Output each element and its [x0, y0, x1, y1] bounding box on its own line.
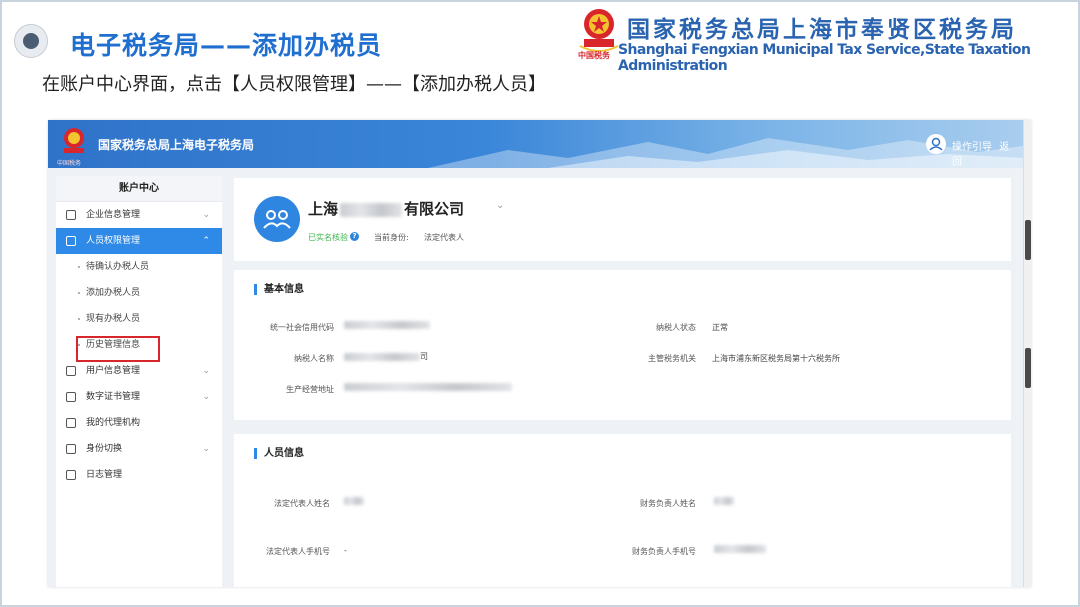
section-title-personnel-info: 人员信息 — [254, 448, 304, 459]
taxpayer-name-value: 司 — [344, 351, 428, 362]
header-links: 操作引导 返回 — [952, 138, 1023, 168]
sidebar-subitem-add-staff[interactable]: 添加办税人员 — [56, 280, 222, 306]
app-logo-caption: 中国税务 — [57, 160, 82, 167]
company-name-suffix: 有限公司 — [404, 200, 465, 218]
scroll-thumb[interactable] — [1025, 348, 1031, 388]
sidebar-item-label: 日志管理 — [86, 470, 123, 480]
scroll-thumb[interactable] — [1025, 220, 1031, 260]
certificate-icon — [66, 392, 76, 402]
chevron-down-icon[interactable]: ⌄ — [496, 200, 504, 211]
slide-title: 电子税务局——添加办税员 — [70, 31, 383, 60]
verified-badge: 已实名核验 — [308, 233, 348, 242]
company-name: 上海 有限公司 — [308, 198, 464, 219]
sidebar-item-certificates[interactable]: 数字证书管理 ⌄ — [56, 384, 222, 410]
app-header: 中国税务 国家税务总局上海电子税务局 操作引导 返回 — [48, 120, 1023, 168]
chevron-down-icon: ⌄ — [202, 366, 210, 376]
credit-code-label: 统一社会信用代码 — [270, 323, 334, 332]
sidebar-item-switch-identity[interactable]: 身份切换 ⌄ — [56, 436, 222, 462]
basic-info-card: 基本信息 统一社会信用代码 纳税人名称 司 生产经营地址 纳税人状态 正常 主管… — [234, 270, 1011, 420]
company-avatar-icon — [254, 196, 300, 242]
legal-rep-name-value — [344, 496, 364, 505]
people-lock-icon — [66, 236, 76, 246]
tax-authority-label: 主管税务机关 — [648, 354, 696, 363]
taxpayer-status-label: 纳税人状态 — [656, 323, 696, 332]
tax-authority-value: 上海市浦东新区税务局第十六税务所 — [712, 354, 840, 363]
finance-head-name-label: 财务负责人姓名 — [640, 499, 696, 508]
taxpayer-name-label: 纳税人名称 — [294, 354, 334, 363]
finance-head-phone-value — [714, 544, 766, 553]
credit-code-value — [344, 320, 430, 329]
finance-head-phone-label: 财务负责人手机号 — [632, 547, 696, 556]
emblem-caption: 中国税务 — [578, 51, 610, 60]
taxpayer-status-value: 正常 — [712, 323, 728, 332]
section-title-basic-info: 基本信息 — [254, 284, 304, 295]
sidebar-item-label: 企业信息管理 — [86, 210, 141, 220]
chevron-down-icon: ⌄ — [202, 392, 210, 402]
sidebar-item-label: 我的代理机构 — [86, 418, 141, 428]
sidebar-item-label: 数字证书管理 — [86, 392, 141, 402]
log-icon — [66, 470, 76, 480]
chevron-down-icon: ⌄ — [202, 210, 210, 220]
personnel-info-card: 人员信息 法定代表人姓名 财务负责人姓名 法定代表人手机号 - 财务负责人手机号 — [234, 434, 1011, 587]
building-icon — [66, 210, 76, 220]
app-header-title: 国家税务总局上海电子税务局 — [98, 138, 255, 152]
address-value — [344, 382, 512, 391]
sidebar-subitem-pending-staff[interactable]: 待确认办税人员 — [56, 254, 222, 280]
org-name-cn: 国家税务总局上海市奉贤区税务局 — [627, 17, 1017, 43]
company-card: 上海 有限公司 ⌄ 已实名核验 ? 当前身份: 法定代表人 — [234, 178, 1011, 261]
identity-value: 法定代表人 — [424, 233, 464, 242]
help-icon[interactable]: ? — [350, 232, 359, 241]
legal-rep-phone-value: - — [344, 546, 347, 555]
app-screenshot: 中国税务 国家税务总局上海电子税务局 操作引导 返回 账户中心 企业信息管理 ⌄… — [48, 120, 1031, 587]
guide-link[interactable]: 操作引导 — [952, 142, 992, 153]
page-scrollbar[interactable] — [1023, 120, 1031, 587]
slide-instruction: 在账户中心界面，点击【人员权限管理】——【添加办税人员】 — [42, 74, 546, 95]
sidebar-item-label: 人员权限管理 — [86, 236, 141, 246]
sidebar-item-label: 身份切换 — [86, 444, 123, 454]
sidebar-item-logs[interactable]: 日志管理 — [56, 462, 222, 488]
chevron-down-icon: ⌄ — [202, 444, 210, 454]
legal-rep-phone-label: 法定代表人手机号 — [266, 547, 330, 556]
switch-icon — [66, 444, 76, 454]
identity-label: 当前身份: — [374, 233, 409, 242]
sidebar-subitem-current-staff[interactable]: 现有办税人员 — [56, 306, 222, 332]
redacted-text — [340, 202, 403, 217]
sidebar-item-company-info[interactable]: 企业信息管理 ⌄ — [56, 202, 222, 228]
sidebar: 账户中心 企业信息管理 ⌄ 人员权限管理 ⌃ 待确认办税人员 添加办税人员 现有… — [56, 176, 222, 587]
sidebar-item-personnel-permissions[interactable]: 人员权限管理 ⌃ — [56, 228, 222, 254]
chevron-up-icon: ⌃ — [202, 236, 210, 246]
sidebar-title: 账户中心 — [56, 176, 222, 202]
sidebar-item-label: 用户信息管理 — [86, 366, 141, 376]
highlight-box-add-staff — [76, 336, 160, 362]
user-card-icon — [66, 366, 76, 376]
finance-head-name-value — [714, 496, 734, 505]
address-label: 生产经营地址 — [286, 385, 334, 394]
legal-rep-name-label: 法定代表人姓名 — [274, 499, 330, 508]
org-name-en: Shanghai Fengxian Municipal Tax Service,… — [618, 42, 1031, 74]
company-name-prefix: 上海 — [308, 200, 339, 218]
app-logo-icon — [64, 128, 84, 153]
user-avatar-icon[interactable] — [926, 134, 946, 154]
slide-bullet-icon — [14, 24, 48, 58]
sidebar-item-agency[interactable]: 我的代理机构 — [56, 410, 222, 436]
agency-icon — [66, 418, 76, 428]
